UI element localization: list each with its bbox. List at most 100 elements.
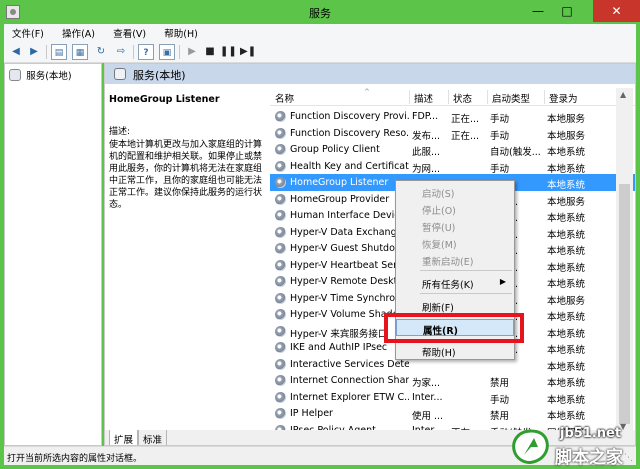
tree-item-label: 服务(本地) [26, 71, 72, 82]
service-startup-cell: 手动 [490, 114, 510, 125]
menu-view[interactable]: 查看(V) [105, 24, 153, 41]
toolbar-separator [46, 45, 47, 59]
help-topics-icon[interactable]: ▣ [159, 44, 175, 60]
refresh-icon[interactable]: ↻ [93, 44, 109, 60]
properties-sheet-icon[interactable]: ▦ [72, 44, 88, 60]
menu-separator [420, 293, 512, 294]
restart-service-icon[interactable]: ▶❚ [240, 44, 256, 60]
table-row[interactable]: Internet Connection Shari... 为家... 禁用 本地系统 [270, 372, 635, 389]
table-row[interactable]: Health Key and Certificat... 为网... 手动 本地系统 [270, 158, 635, 175]
stop-service-icon[interactable]: ■ [202, 44, 218, 60]
menu-bar: 文件(F) 操作(A) 查看(V) 帮助(H) [4, 24, 636, 41]
services-panel: 服务(本地) HomeGroup Listener 描述: 使本地计算机更改与加… [104, 63, 636, 446]
table-row[interactable]: Function Discovery Provi... FDP... 正在... 手动… [270, 108, 635, 125]
maximize-button[interactable]: □ [553, 0, 581, 22]
menu-item-resume[interactable]: 恢复(M) [396, 234, 514, 251]
service-gear-icon [275, 210, 286, 221]
table-row[interactable]: Function Discovery Reso... 发布... 正在... 手动 本地… [270, 125, 635, 142]
start-service-icon[interactable]: ▶ [184, 44, 200, 60]
column-divider[interactable] [409, 90, 410, 104]
service-name-cell: HomeGroup Provider [290, 193, 390, 205]
pause-service-icon[interactable]: ❚❚ [220, 44, 237, 60]
status-text: 打开当前所选内容的属性对话框。 [7, 454, 143, 464]
tab-standard[interactable]: 标准 [138, 430, 168, 445]
service-gear-icon [275, 375, 286, 386]
scrollbar-thumb[interactable] [619, 184, 630, 424]
service-logon-cell: 本地系统 [547, 279, 586, 290]
service-gear-icon [275, 226, 286, 238]
toolbar-separator [133, 45, 134, 59]
close-button[interactable]: ✕ [593, 0, 640, 22]
service-gear-icon [275, 177, 286, 188]
column-divider[interactable] [544, 90, 545, 104]
minimize-button[interactable]: — [524, 0, 552, 22]
scroll-up-arrow-icon[interactable]: ▲ [620, 90, 626, 99]
service-startup-cell: 手动 [490, 394, 510, 406]
service-description-cell: 使用 ... [412, 411, 444, 422]
service-name-cell: Hyper-V Data Exchange [290, 226, 403, 238]
service-logon-cell: 本地系统 [547, 361, 586, 373]
site-logo-icon [512, 429, 549, 464]
highlight-annotation-box [384, 313, 524, 343]
service-logon-cell: 本地系统 [547, 147, 586, 158]
menu-item-pause[interactable]: 暂停(U) [396, 217, 514, 234]
service-gear-icon [275, 358, 286, 370]
service-name-cell: Hyper-V Guest Shutdo [290, 243, 395, 254]
column-header-status[interactable]: 状态 [453, 91, 472, 105]
service-startup-cell: 手动 [490, 163, 510, 175]
services-icon [9, 69, 21, 81]
panel-header-title: 服务(本地) [133, 69, 186, 82]
service-name-cell: Hyper-V Time Synchro [290, 292, 396, 304]
menu-item-start[interactable]: 启动(S) [396, 183, 514, 200]
service-gear-icon [275, 309, 286, 320]
column-header-description[interactable]: 描述 [414, 91, 433, 105]
service-name-cell: Hyper-V Heartbeat Serv [290, 259, 403, 271]
menu-file[interactable]: 文件(F) [4, 24, 51, 41]
service-description-cell: 为网... [412, 163, 441, 175]
service-gear-icon [275, 193, 286, 205]
service-gear-icon [275, 391, 286, 403]
column-divider[interactable] [487, 90, 488, 104]
column-header-startup-type[interactable]: 启动类型 [492, 91, 530, 105]
menu-item-all-tasks[interactable]: 所有任务(K) ▶ [396, 274, 514, 291]
table-row[interactable]: IP Helper 使用 ... 禁用 本地系统 [270, 405, 635, 422]
service-status-cell: 正在... [451, 130, 480, 142]
services-icon [114, 68, 126, 80]
console-tree: 服务(本地) [4, 63, 102, 446]
service-logon-cell: 本地服务 [547, 130, 586, 142]
toolbar-separator [179, 45, 180, 59]
column-divider[interactable] [448, 90, 449, 104]
service-logon-cell: 本地服务 [547, 114, 586, 125]
table-row[interactable]: Group Policy Client 此服... 自动(触发... 本地系统 [270, 141, 635, 158]
show-console-tree-icon[interactable]: ▤ [51, 44, 67, 60]
export-list-icon[interactable]: ⇨ [113, 44, 129, 60]
service-gear-icon [275, 127, 286, 139]
tab-extended[interactable]: 扩展 [109, 430, 139, 445]
forward-arrow-icon[interactable]: ▶ [26, 44, 42, 60]
service-gear-icon [275, 342, 286, 353]
service-name-cell: Interactive Services Dete... [290, 358, 409, 370]
tree-item-services-local[interactable]: 服务(本地) [9, 68, 72, 82]
service-logon-cell: 本地系统 [547, 394, 586, 406]
menu-item-refresh[interactable]: 刷新(F) [396, 297, 514, 314]
menu-item-restart[interactable]: 重新启动(E) [396, 251, 514, 268]
table-row[interactable]: Internet Explorer ETW C... Inter... 手动 本地系统 [270, 389, 635, 406]
service-logon-cell: 本地系统 [547, 229, 586, 241]
help-icon[interactable]: ? [138, 44, 154, 60]
back-arrow-icon[interactable]: ◀ [8, 44, 24, 60]
menu-item-help[interactable]: 帮助(H) [396, 342, 514, 359]
vertical-scrollbar[interactable]: ▲ ▼ [616, 88, 633, 434]
menu-action[interactable]: 操作(A) [54, 24, 102, 41]
service-name-cell: Function Discovery Reso... [290, 127, 409, 139]
menu-help[interactable]: 帮助(H) [156, 24, 205, 41]
column-header-log-on-as[interactable]: 登录为 [549, 91, 578, 105]
submenu-arrow-icon: ▶ [499, 277, 506, 286]
service-name-cell: IKE and AuthIP IPsec [290, 342, 388, 353]
column-header-name[interactable]: 名称 [275, 91, 294, 105]
menu-item-stop[interactable]: 停止(O) [396, 200, 514, 217]
service-startup-cell: 禁用 [490, 411, 510, 422]
service-logon-cell: 本地系统 [547, 378, 586, 389]
sort-ascending-icon: ^ [364, 88, 370, 96]
service-gear-icon [275, 144, 286, 155]
service-name-cell: IP Helper [290, 408, 333, 419]
